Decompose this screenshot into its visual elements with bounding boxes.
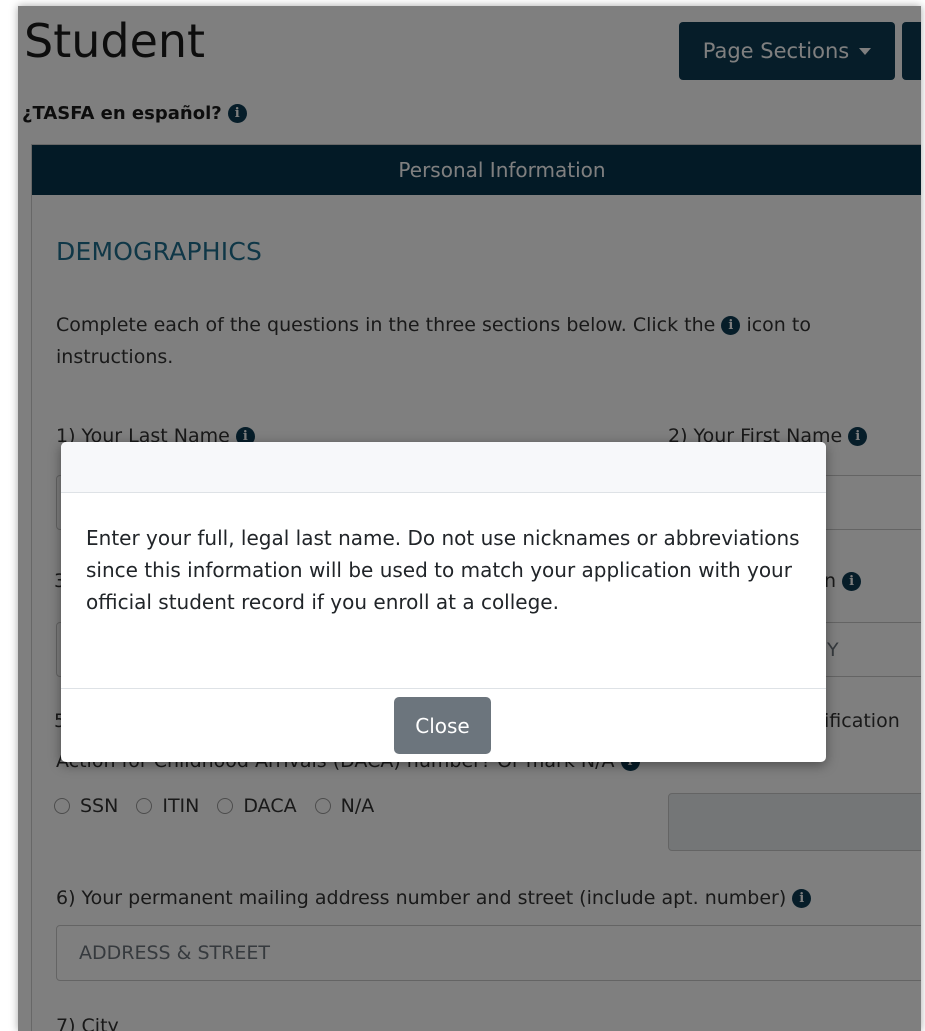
student-page: Student Page Sections ¿TASFA en español?… [18,6,921,1031]
modal-header [61,442,826,493]
modal-body-text: Enter your full, legal last name. Do not… [86,526,800,614]
browser-frame: Student Page Sections ¿TASFA en español?… [18,6,921,1031]
modal-footer: Close [61,688,826,762]
help-modal: Enter your full, legal last name. Do not… [61,442,826,762]
close-button[interactable]: Close [394,697,491,754]
